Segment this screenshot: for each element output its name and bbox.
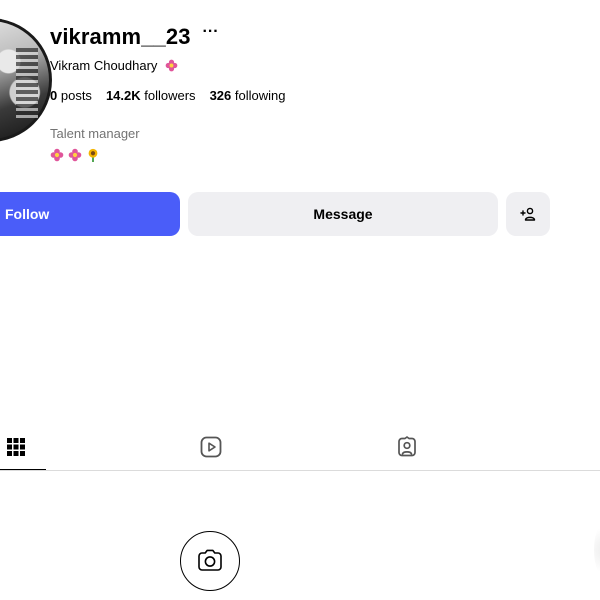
flower-icon [165, 59, 178, 72]
bio-emojis [50, 148, 100, 162]
edge-shadow [594, 520, 600, 580]
posts-stat: 0 posts [50, 88, 92, 103]
following-count: 326 [209, 88, 232, 103]
username: vikramm__23 [50, 24, 191, 49]
tagged-icon [398, 436, 416, 457]
posts-label: posts [60, 88, 92, 103]
followers-label: followers [144, 88, 196, 103]
bio-title: Talent manager [50, 126, 140, 141]
flower-icon [68, 148, 82, 162]
more-options-icon[interactable]: ··· [203, 24, 219, 40]
reels-icon [200, 436, 222, 458]
profile-tabs [0, 424, 600, 471]
posts-count: 0 [50, 88, 58, 103]
grid-icon [7, 438, 25, 456]
add-person-icon [520, 207, 536, 221]
message-button-label: Message [313, 206, 373, 222]
add-person-button[interactable] [506, 192, 550, 236]
sunflower-icon [88, 148, 98, 162]
empty-state-camera [180, 531, 240, 591]
tab-reels[interactable] [199, 432, 223, 462]
profile-stats: 0 posts 14.2K followers 326 following [50, 88, 299, 103]
following-stat[interactable]: 326 following [210, 88, 286, 103]
follow-button-label: Follow [5, 206, 50, 222]
profile-page: vikramm__23 ··· Vikram Choudhary 0 posts… [0, 0, 600, 600]
followers-count: 14.2K [105, 88, 141, 103]
full-name-text: Vikram Choudhary [50, 58, 158, 73]
tabs-divider [0, 470, 600, 471]
camera-icon [198, 549, 222, 571]
followers-stat[interactable]: 14.2K followers [106, 88, 196, 103]
following-label: following [234, 88, 286, 103]
tab-posts[interactable] [4, 432, 28, 462]
flower-icon [50, 148, 64, 162]
profile-avatar[interactable] [0, 18, 52, 142]
follow-button[interactable]: Follow [0, 192, 180, 236]
full-name: Vikram Choudhary [50, 58, 178, 73]
tab-tagged[interactable] [395, 432, 419, 462]
message-button[interactable]: Message [188, 192, 498, 236]
username-row: vikramm__23 ··· [50, 24, 219, 50]
